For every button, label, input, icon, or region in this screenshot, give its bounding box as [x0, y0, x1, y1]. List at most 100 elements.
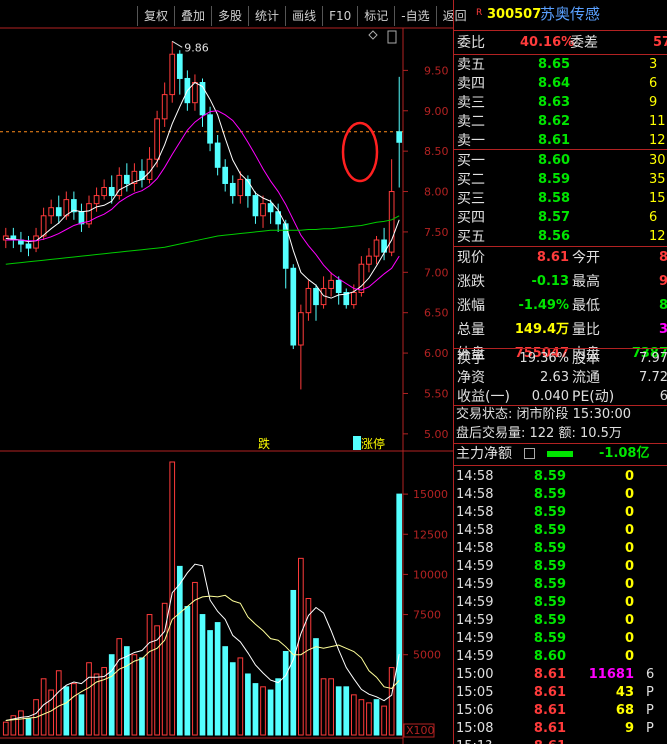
volume-bar	[350, 694, 357, 736]
ask-row: 卖四 8.64 6	[454, 75, 667, 93]
weicha-value: 57	[653, 35, 667, 50]
tick-flag: P	[646, 703, 654, 718]
candle-body	[154, 118, 160, 160]
bid-row: 买五 8.56 12	[454, 228, 667, 246]
tick-time: 15:06	[456, 703, 494, 718]
y-tick-label: 15000	[413, 488, 448, 501]
annotation-label: 跌	[258, 436, 270, 451]
volume-bar	[108, 654, 115, 736]
divider	[454, 246, 667, 247]
tick-flag: P	[646, 721, 654, 736]
quote-label: 现价	[457, 250, 485, 266]
quote-value: -1.49%	[518, 298, 570, 313]
toolbar-button[interactable]: 叠加	[174, 6, 211, 26]
quote-label: 最高	[572, 274, 600, 290]
tick-volume: 68	[615, 703, 634, 718]
candle-body	[176, 53, 183, 79]
stock-code: 300507	[487, 7, 542, 22]
ask-row-volume: 11	[649, 114, 666, 129]
toolbar-button[interactable]: 画线	[285, 6, 322, 26]
candle-body	[101, 187, 107, 197]
tick-volume: 0	[624, 523, 634, 538]
tick-price: 8.59	[533, 523, 566, 538]
y-tick-label: 5000	[413, 649, 441, 662]
volume-bar	[184, 606, 191, 736]
volume-bar	[207, 630, 213, 736]
candle-body	[252, 195, 259, 217]
after-hours-row: 盘后交易量: 122 额: 10.5万	[454, 425, 667, 443]
quote-value: 8.61	[536, 250, 569, 265]
tick-price: 8.59	[533, 631, 566, 646]
volume-bar	[396, 493, 403, 736]
volume-bar	[313, 638, 319, 736]
ask-row-label: 卖二	[457, 114, 485, 130]
fundamental-label: PE(动)	[572, 389, 615, 405]
y-tick-label: 9.50	[424, 64, 449, 77]
diamond-icon	[368, 30, 378, 40]
ask-row-volume: 9	[649, 95, 658, 110]
toolbar-button[interactable]: -自选	[394, 6, 435, 26]
candle-body	[335, 279, 342, 293]
candle-body	[267, 203, 274, 213]
candle-body	[373, 239, 380, 257]
bid-row-price: 8.57	[538, 210, 571, 225]
volume-bar	[320, 678, 327, 736]
tick-volume: 0	[624, 613, 634, 628]
tick-row: 15:1? 8.61	[454, 738, 667, 744]
ask-row: 卖二 8.62 11	[454, 113, 667, 131]
tick-row: 15:06 8.61 68 P	[454, 702, 667, 720]
ask-row-volume: 3	[649, 57, 658, 72]
candle-body	[2, 235, 9, 241]
volume-bar	[176, 565, 183, 736]
fundamental-label: 股本	[572, 351, 600, 367]
volume-bar	[139, 657, 145, 736]
tick-time: 14:58	[456, 523, 494, 538]
fundamental-value: 19.36%	[519, 351, 569, 366]
ask-row: 卖三 8.63 9	[454, 94, 667, 112]
fundamental-label: 收益(一)	[457, 389, 510, 405]
toolbar-button[interactable]: F10	[322, 6, 357, 26]
y-tick-label: 5.50	[424, 387, 449, 400]
candle-body	[25, 243, 32, 249]
candle-body	[298, 312, 304, 346]
bid-row: 买三 8.58 15	[454, 190, 667, 208]
toolbar-button[interactable]: 复权	[137, 6, 174, 26]
toolbar-button[interactable]: 多股	[211, 6, 248, 26]
tick-row: 15:00 8.61 11681 6	[454, 666, 667, 684]
tick-volume: 0	[624, 541, 634, 556]
tick-price: 8.60	[533, 649, 566, 664]
volume-bar	[229, 662, 236, 736]
bid-row-volume: 12	[649, 229, 666, 244]
volume-bar	[71, 683, 77, 736]
weibi-value: 40.16%	[520, 35, 575, 50]
ask-row: 卖五 8.65 3	[454, 56, 667, 74]
quote-value: 9	[629, 273, 667, 291]
volume-bar	[214, 622, 221, 736]
ask-row-volume: 12	[649, 133, 666, 148]
divider	[454, 149, 667, 150]
y-tick-label: 7.50	[424, 226, 449, 239]
ask-row-label: 卖一	[457, 133, 485, 149]
volume-bar	[222, 646, 229, 736]
tick-row: 14:59 8.59 0	[454, 594, 667, 612]
candle-body	[313, 287, 319, 306]
volume-bar	[131, 654, 138, 736]
main-force-icon[interactable]	[524, 448, 535, 459]
tick-volume: 0	[624, 469, 634, 484]
kline-chart-area[interactable]: 9.50 9.00 8.50 8.00 7.50 7.00 6.50 6.00 5.50 5.00…	[0, 0, 467, 744]
bid-row-volume: 6	[649, 210, 658, 225]
divider	[454, 443, 667, 444]
volume-bar	[199, 614, 206, 736]
ask-row-label: 卖五	[457, 57, 485, 73]
chart-canvas[interactable]: 9.50 9.00 8.50 8.00 7.50 7.00 6.50 6.00 5.50 5.00…	[0, 0, 453, 744]
toolbar-button[interactable]: 标记	[357, 6, 394, 26]
toolbar-button[interactable]: 统计	[248, 6, 285, 26]
ask-row-price: 8.63	[538, 95, 571, 110]
high-label: 9.86	[184, 41, 209, 54]
fundamental-label: 流通	[572, 370, 600, 386]
bid-row-label: 买五	[457, 229, 485, 245]
volume-bar	[101, 667, 107, 736]
candle-body	[123, 174, 130, 184]
quote-value: -0.13	[531, 274, 569, 289]
tick-price: 8.59	[533, 613, 566, 628]
